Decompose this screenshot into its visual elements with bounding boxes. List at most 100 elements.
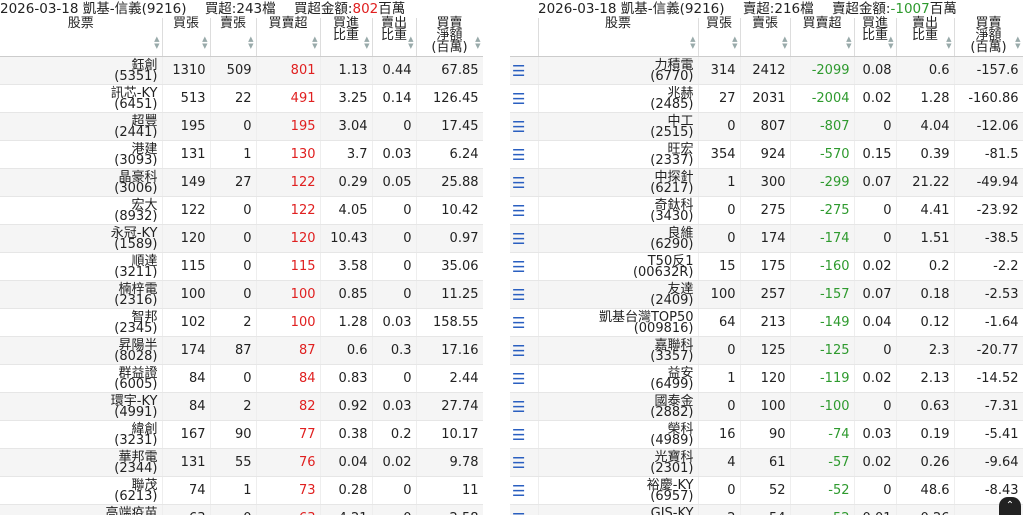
table-row[interactable]: ☰ 益安 (6499) 1 120 -119 0.02 2.13 -14.52 bbox=[510, 364, 1023, 393]
stock-cell[interactable]: 訊芯-KY (6451) bbox=[0, 84, 163, 113]
table-row[interactable]: 聯茂 (6213) 74 1 73 0.28 0 11 bbox=[0, 476, 483, 505]
table-row[interactable]: ☰ 旺宏 (2337) 354 924 -570 0.15 0.39 -81.5 bbox=[510, 140, 1023, 169]
stock-cell[interactable]: 中探針 (6217) bbox=[538, 168, 699, 197]
list-icon[interactable]: ☰ bbox=[510, 84, 539, 113]
table-row[interactable]: 智邦 (2345) 102 2 100 1.28 0.03 158.55 bbox=[0, 308, 483, 337]
column-header[interactable]: 買張 ▲ ▼ bbox=[698, 17, 741, 57]
stock-cell[interactable]: 宏大 (8932) bbox=[0, 196, 163, 225]
stock-cell[interactable]: 晶豪科 (3006) bbox=[0, 168, 163, 197]
stock-cell[interactable]: 環宇-KY (4991) bbox=[0, 392, 163, 421]
table-row[interactable]: 高端疫苗(6547)630634.2102.58 bbox=[0, 504, 483, 515]
table-row[interactable]: ☰ 裕慶-KY (6957) 0 52 -52 0 48.6 -8.43 bbox=[510, 476, 1023, 505]
table-row[interactable]: 鈺創 (5351) 1310 509 801 1.13 0.44 67.85 bbox=[0, 56, 483, 85]
stock-cell[interactable]: GIS-KY(6456) bbox=[538, 504, 699, 515]
stock-cell[interactable]: 凱基台灣TOP50 (009816) bbox=[538, 308, 699, 337]
column-header[interactable]: 買賣超 ▲ ▼ bbox=[790, 17, 855, 57]
table-row[interactable]: 緯創 (3231) 167 90 77 0.38 0.2 10.17 bbox=[0, 420, 483, 449]
table-row[interactable]: ☰ 榮科 (4989) 16 90 -74 0.03 0.19 -5.41 bbox=[510, 420, 1023, 449]
column-header[interactable]: 股票 ▲ ▼ bbox=[538, 17, 699, 57]
sort-arrows-icon[interactable]: ▲ ▼ bbox=[846, 36, 851, 50]
table-row[interactable]: 華邦電 (2344) 131 55 76 0.04 0.02 9.78 bbox=[0, 448, 483, 477]
sort-arrows-icon[interactable]: ▲ ▼ bbox=[888, 36, 893, 50]
stock-cell[interactable]: 群益證 (6005) bbox=[0, 364, 163, 393]
column-header[interactable]: 買進 比重 ▲ ▼ bbox=[854, 17, 897, 57]
sort-arrows-icon[interactable]: ▲ ▼ bbox=[782, 36, 787, 50]
table-row[interactable]: ☰ 中工 (2515) 0 807 -807 0 4.04 -12.06 bbox=[510, 112, 1023, 141]
list-icon[interactable]: ☰ bbox=[510, 196, 539, 225]
stock-cell[interactable]: 超豐 (2441) bbox=[0, 112, 163, 141]
list-icon[interactable]: ☰ bbox=[510, 280, 539, 309]
table-row[interactable]: ☰ 奇鈦科 (3430) 0 275 -275 0 4.41 -23.92 bbox=[510, 196, 1023, 225]
stock-cell[interactable]: 中工 (2515) bbox=[538, 112, 699, 141]
table-row[interactable]: 港建 (3093) 131 1 130 3.7 0.03 6.24 bbox=[0, 140, 483, 169]
list-icon[interactable]: ☰ bbox=[510, 140, 539, 169]
sort-arrows-icon[interactable]: ▲ ▼ bbox=[475, 36, 480, 50]
table-row[interactable]: ☰ 中探針 (6217) 1 300 -299 0.07 21.22 -49.94 bbox=[510, 168, 1023, 197]
table-row[interactable]: 環宇-KY (4991) 84 2 82 0.92 0.03 27.74 bbox=[0, 392, 483, 421]
sort-arrows-icon[interactable]: ▲ ▼ bbox=[408, 36, 413, 50]
stock-cell[interactable]: 聯茂 (6213) bbox=[0, 476, 163, 505]
sort-arrows-icon[interactable]: ▲ ▼ bbox=[154, 36, 159, 50]
stock-cell[interactable]: 鈺創 (5351) bbox=[0, 56, 163, 85]
column-header[interactable]: 賣出 比重 ▲ ▼ bbox=[372, 17, 417, 57]
stock-cell[interactable]: 良維 (6290) bbox=[538, 224, 699, 253]
stock-cell[interactable]: 力積電 (6770) bbox=[538, 56, 699, 85]
column-header[interactable]: 買賣 淨額 (百萬) ▲ ▼ bbox=[954, 17, 1023, 57]
table-row[interactable]: 超豐 (2441) 195 0 195 3.04 0 17.45 bbox=[0, 112, 483, 141]
list-icon[interactable]: ☰ bbox=[510, 364, 539, 393]
sort-arrows-icon[interactable]: ▲ ▼ bbox=[732, 36, 737, 50]
chevron-up-icon[interactable]: ⌃ bbox=[999, 497, 1021, 515]
list-icon[interactable]: ☰ bbox=[510, 224, 539, 253]
stock-cell[interactable]: 智邦 (2345) bbox=[0, 308, 163, 337]
stock-cell[interactable]: 昇陽半 (8028) bbox=[0, 336, 163, 365]
table-row[interactable]: ☰ 兆赫 (2485) 27 2031 -2004 0.02 1.28 -160.86 bbox=[510, 84, 1023, 113]
column-header[interactable]: 賣張 ▲ ▼ bbox=[740, 17, 791, 57]
stock-cell[interactable]: 榮科 (4989) bbox=[538, 420, 699, 449]
stock-cell[interactable]: 華邦電 (2344) bbox=[0, 448, 163, 477]
list-icon[interactable]: ☰ bbox=[510, 336, 539, 365]
sort-arrows-icon[interactable]: ▲ ▼ bbox=[248, 36, 253, 50]
stock-cell[interactable]: 順達 (3211) bbox=[0, 252, 163, 281]
column-header[interactable]: 買賣超 ▲ ▼ bbox=[256, 17, 321, 57]
stock-cell[interactable]: 旺宏 (2337) bbox=[538, 140, 699, 169]
sort-arrows-icon[interactable]: ▲ ▼ bbox=[690, 36, 695, 50]
table-row[interactable]: 訊芯-KY (6451) 513 22 491 3.25 0.14 126.45 bbox=[0, 84, 483, 113]
table-row[interactable]: ☰ 嘉聯科 (3357) 0 125 -125 0 2.3 -20.77 bbox=[510, 336, 1023, 365]
list-icon[interactable]: ☰ bbox=[510, 252, 539, 281]
stock-cell[interactable]: 友達 (2409) bbox=[538, 280, 699, 309]
table-row[interactable]: ☰ 力積電 (6770) 314 2412 -2099 0.08 0.6 -157.6 bbox=[510, 56, 1023, 85]
sort-arrows-icon[interactable]: ▲ ▼ bbox=[312, 36, 317, 50]
table-row[interactable]: 宏大 (8932) 122 0 122 4.05 0 10.42 bbox=[0, 196, 483, 225]
stock-cell[interactable]: 兆赫 (2485) bbox=[538, 84, 699, 113]
table-row[interactable]: ☰ 國泰金 (2882) 0 100 -100 0 0.63 -7.31 bbox=[510, 392, 1023, 421]
sort-arrows-icon[interactable]: ▲ ▼ bbox=[1015, 36, 1020, 50]
table-row[interactable]: 永冠-KY (1589) 120 0 120 10.43 0 0.97 bbox=[0, 224, 483, 253]
table-row[interactable]: ☰ T50反1 (00632R) 15 175 -160 0.02 0.2 -2.2 bbox=[510, 252, 1023, 281]
stock-cell[interactable]: 楠梓電 (2316) bbox=[0, 280, 163, 309]
stock-cell[interactable]: 嘉聯科 (3357) bbox=[538, 336, 699, 365]
table-row[interactable]: ☰GIS-KY(6456)254-520.010.26-3.4 bbox=[510, 504, 1023, 515]
table-row[interactable]: 昇陽半 (8028) 174 87 87 0.6 0.3 17.16 bbox=[0, 336, 483, 365]
stock-cell[interactable]: T50反1 (00632R) bbox=[538, 252, 699, 281]
column-header[interactable]: 買張 ▲ ▼ bbox=[162, 17, 211, 57]
stock-cell[interactable]: 國泰金 (2882) bbox=[538, 392, 699, 421]
stock-cell[interactable]: 裕慶-KY (6957) bbox=[538, 476, 699, 505]
column-header[interactable]: 賣出 比重 ▲ ▼ bbox=[896, 17, 955, 57]
list-icon[interactable]: ☰ bbox=[510, 56, 539, 85]
list-icon[interactable]: ☰ bbox=[510, 504, 539, 515]
list-icon[interactable]: ☰ bbox=[510, 112, 539, 141]
list-icon[interactable]: ☰ bbox=[510, 448, 539, 477]
list-icon[interactable]: ☰ bbox=[510, 476, 539, 505]
sort-arrows-icon[interactable]: ▲ ▼ bbox=[202, 36, 207, 50]
stock-cell[interactable]: 奇鈦科 (3430) bbox=[538, 196, 699, 225]
sort-arrows-icon[interactable]: ▲ ▼ bbox=[364, 36, 369, 50]
list-icon[interactable]: ☰ bbox=[510, 392, 539, 421]
table-row[interactable]: ☰ 凱基台灣TOP50 (009816) 64 213 -149 0.04 0.12 -1.64 bbox=[510, 308, 1023, 337]
list-icon[interactable]: ☰ bbox=[510, 308, 539, 337]
table-row[interactable]: ☰ 良維 (6290) 0 174 -174 0 1.51 -38.5 bbox=[510, 224, 1023, 253]
sort-arrows-icon[interactable]: ▲ ▼ bbox=[946, 36, 951, 50]
list-icon[interactable]: ☰ bbox=[510, 420, 539, 449]
stock-cell[interactable]: 永冠-KY (1589) bbox=[0, 224, 163, 253]
column-header[interactable]: 買進 比重 ▲ ▼ bbox=[320, 17, 373, 57]
stock-cell[interactable]: 益安 (6499) bbox=[538, 364, 699, 393]
